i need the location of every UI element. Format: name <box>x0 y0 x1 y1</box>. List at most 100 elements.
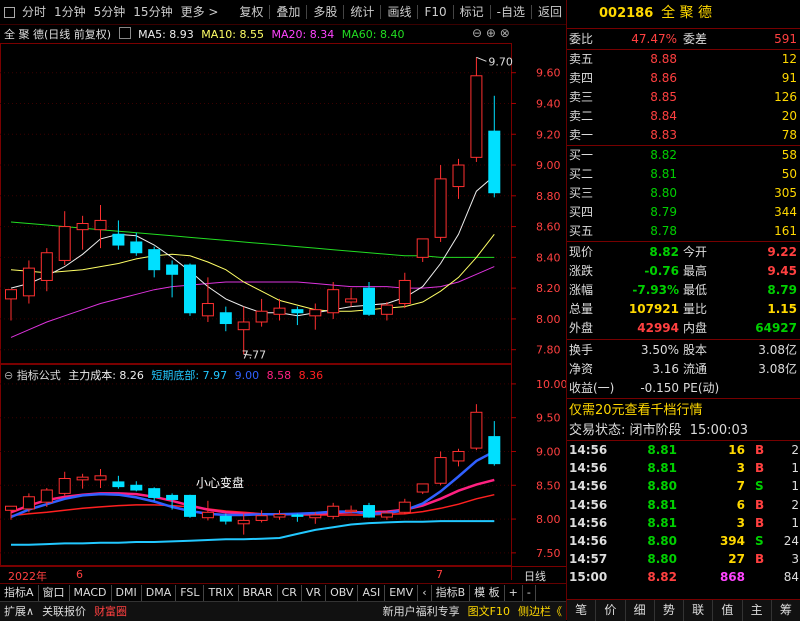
remove-button[interactable]: - <box>523 584 536 601</box>
tab-brar[interactable]: BRAR <box>239 584 278 601</box>
maximize-icon[interactable]: ⊕ <box>486 26 496 40</box>
panel-tab[interactable]: 联 <box>684 600 714 621</box>
bid-label: 买二 <box>569 167 594 181</box>
tab-f10[interactable]: F10 <box>420 0 450 24</box>
tick-count: 2 <box>791 497 799 512</box>
axis-label: 8.00 <box>536 513 561 526</box>
chart-title: 全 聚 德(日线 前复权) <box>4 28 112 41</box>
axis-label: 8.50 <box>536 479 561 492</box>
tab-huaxian[interactable]: 画线 <box>383 0 415 24</box>
stat-value: 1.15 <box>767 302 797 316</box>
sidebar-toggle[interactable]: 侧边栏《 <box>514 603 566 621</box>
tab-vr[interactable]: VR <box>302 584 327 601</box>
axis-label: 8.60 <box>536 221 561 234</box>
tab-indicator-a[interactable]: 指标A <box>0 584 39 601</box>
settings-icon[interactable] <box>118 27 131 39</box>
bid-row[interactable]: 买二 8.81 50 <box>567 165 800 184</box>
indicator-name[interactable]: 指标公式 <box>17 369 61 382</box>
tick-row: 14:56 8.81 3 B 1 <box>567 514 800 533</box>
tab-template[interactable]: 模 板 <box>470 584 505 601</box>
close-icon[interactable]: ⊗ <box>500 26 510 40</box>
tab-fuquan[interactable]: 复权 <box>235 0 267 24</box>
quote-panel: 002186 全 聚 德 委比 47.47% 委差 591 卖五 8.88 12… <box>566 0 800 621</box>
candlestick <box>130 232 143 256</box>
related-quotes-link[interactable]: 关联报价 <box>38 603 90 621</box>
tick-row: 14:57 8.80 27 B 3 <box>567 550 800 569</box>
bid-row[interactable]: 买一 8.82 58 <box>567 146 800 165</box>
tab-5min[interactable]: 5分钟 <box>90 0 130 24</box>
stat-label: 量比 <box>683 302 708 316</box>
panel-tab[interactable]: 价 <box>596 600 626 621</box>
wealth-circle-link[interactable]: 财富圈 <box>90 603 131 621</box>
panel-tab[interactable]: 筹 <box>772 600 800 621</box>
tab-1min[interactable]: 1分钟 <box>50 0 90 24</box>
kline-chart[interactable]: 9.60 9.40 9.20 9.00 8.80 8.60 8.40 8.20 8.00 7.80… <box>0 25 566 583</box>
candle-body <box>470 411 483 449</box>
stock-code: 002186 <box>599 6 654 21</box>
tab-indicator-b[interactable]: 指标B <box>432 584 471 601</box>
candlestick <box>434 451 447 486</box>
stat-label: 股本 <box>683 343 708 357</box>
tab-obv[interactable]: OBV <box>326 584 359 601</box>
tab-window[interactable]: 窗口 <box>39 584 70 601</box>
ask-row[interactable]: 卖四 8.86 91 <box>567 69 800 88</box>
scroll-left-icon[interactable]: ‹ <box>418 584 432 601</box>
tab-15min[interactable]: 15分钟 <box>129 0 176 24</box>
ask-row[interactable]: 卖二 8.84 20 <box>567 107 800 126</box>
add-button[interactable]: + <box>505 584 523 601</box>
collapse-icon[interactable]: ⊖ <box>4 369 13 382</box>
tab-fenshi[interactable]: 分时 <box>18 0 50 24</box>
tab-biaoji[interactable]: 标记 <box>456 0 488 24</box>
tick-volume: 7 <box>736 479 745 494</box>
stat-label: 收益(一) <box>569 381 615 395</box>
axis-label: 9.20 <box>536 128 561 141</box>
ask-row[interactable]: 卖五 8.88 12 <box>567 50 800 69</box>
period-label[interactable]: 日线 <box>524 568 546 584</box>
ask-row[interactable]: 卖一 8.83 78 <box>567 126 800 145</box>
tab-dma[interactable]: DMA <box>142 584 177 601</box>
tab-cr[interactable]: CR <box>278 584 302 601</box>
f10-link[interactable]: 图文F10 <box>464 603 514 621</box>
tab-more[interactable]: 更多 > <box>177 0 223 24</box>
expand-button[interactable]: 扩展∧ <box>0 603 38 621</box>
panel-tab[interactable]: 笔 <box>567 600 597 621</box>
promo-row[interactable]: 仅需20元查看千档行情 <box>567 401 800 420</box>
tab-duogu[interactable]: 多股 <box>309 0 341 24</box>
panel-tab[interactable]: 势 <box>655 600 684 621</box>
tab-zixuan[interactable]: -自选 <box>493 0 529 24</box>
tab-trix[interactable]: TRIX <box>204 584 239 601</box>
checkbox-icon[interactable] <box>4 6 15 18</box>
panel-tab[interactable]: 细 <box>626 600 655 621</box>
panel-tab[interactable]: 主 <box>743 600 772 621</box>
candle-body <box>237 321 250 331</box>
candle-body <box>5 289 17 300</box>
bid-row[interactable]: 买四 8.79 344 <box>567 203 800 222</box>
panel-tab[interactable]: 值 <box>713 600 743 621</box>
tick-count: 1 <box>791 479 799 494</box>
tab-tongji[interactable]: 统计 <box>346 0 378 24</box>
high-marker-line <box>476 56 487 62</box>
tab-fsl[interactable]: FSL <box>176 584 205 601</box>
stat-label: 净资 <box>569 362 594 376</box>
bid-row[interactable]: 买三 8.80 305 <box>567 184 800 203</box>
tab-dmi[interactable]: DMI <box>112 584 142 601</box>
candle-body <box>452 450 465 462</box>
tab-asi[interactable]: ASI <box>358 584 386 601</box>
tab-diejia[interactable]: 叠加 <box>272 0 304 24</box>
ask-row[interactable]: 卖三 8.85 126 <box>567 88 800 107</box>
tab-macd[interactable]: MACD <box>70 584 112 601</box>
stat-value: 3.08亿 <box>758 362 797 376</box>
indicator-tabs: 指标A 窗口 MACD DMI DMA FSL TRIX BRAR CR VR … <box>0 583 566 601</box>
candlestick <box>219 306 232 332</box>
new-user-promo-link[interactable]: 新用户福利专享 <box>379 603 464 621</box>
ask-price: 8.84 <box>650 109 677 123</box>
minimize-icon[interactable]: ⊖ <box>472 26 482 40</box>
back-button[interactable]: 返回 <box>534 0 566 24</box>
tab-emv[interactable]: EMV <box>385 584 419 601</box>
bid-row[interactable]: 买五 8.78 161 <box>567 222 800 241</box>
candle-body <box>345 298 358 303</box>
chart-window-controls: ⊖ ⊕ ⊗ <box>472 26 510 40</box>
promo-text[interactable]: 仅需20元查看千档行情 <box>569 403 703 418</box>
candle-body <box>416 483 429 493</box>
tick-time: 14:56 <box>569 461 608 476</box>
